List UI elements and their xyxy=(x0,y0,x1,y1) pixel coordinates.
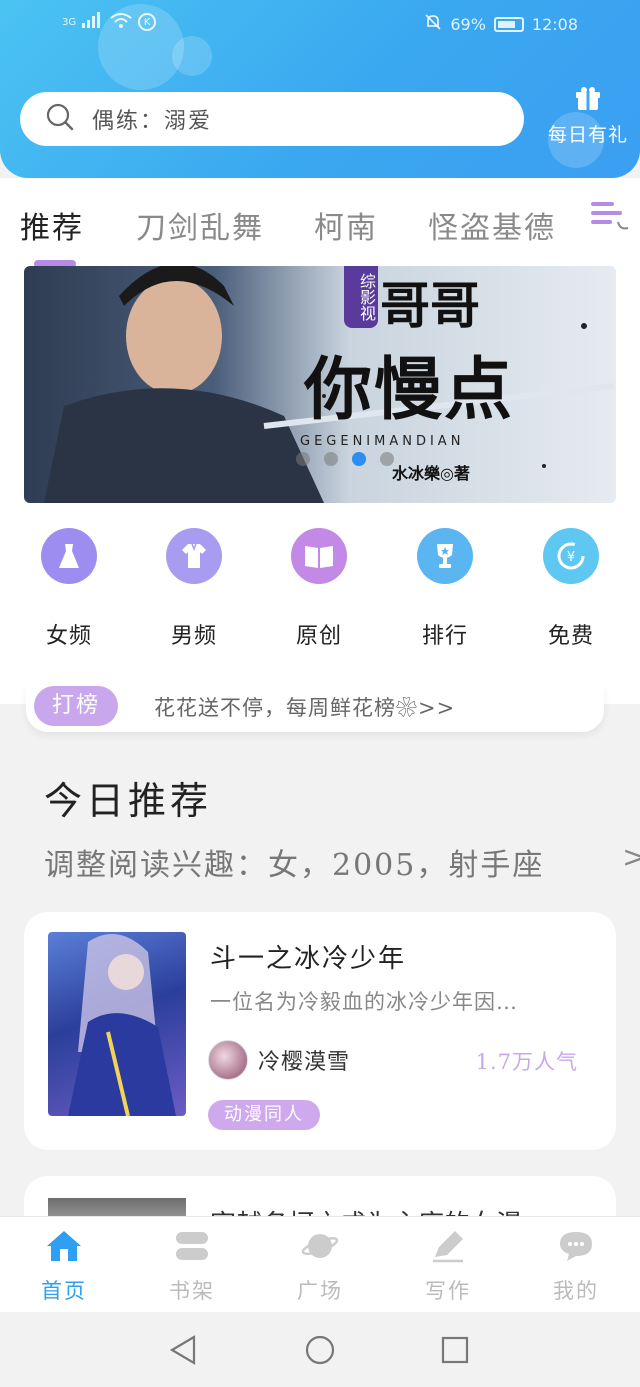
search-icon xyxy=(46,103,74,135)
rank-badge: 打榜 xyxy=(34,686,118,726)
svg-text:¥: ¥ xyxy=(567,550,575,565)
network-label: 3G xyxy=(62,16,77,28)
daily-gift-label: 每日有礼 xyxy=(547,124,628,146)
trophy-icon xyxy=(417,528,473,584)
category-label: 排行 xyxy=(421,624,468,649)
category-label: 男频 xyxy=(170,624,217,649)
status-bar: 3G K 69% 12:08 xyxy=(0,0,640,48)
bookshelf-icon xyxy=(142,1227,242,1265)
tab-kid[interactable]: 怪盗基德 xyxy=(428,203,556,247)
home-circle-icon[interactable] xyxy=(304,1334,336,1370)
system-nav-bar xyxy=(0,1312,640,1387)
category-ranking[interactable]: 排行 xyxy=(400,528,490,650)
planet-icon xyxy=(270,1227,370,1265)
category-label: 原创 xyxy=(295,624,342,649)
banner-subtitle: GEGENIMANDIAN xyxy=(300,434,465,449)
pagination-dot[interactable] xyxy=(296,452,310,466)
author-name: 冷樱漠雪 xyxy=(258,1050,351,1075)
chat-icon xyxy=(526,1227,626,1265)
clock: 12:08 xyxy=(531,14,578,34)
chevron-right-icon[interactable]: > xyxy=(622,840,640,875)
category-label: 女频 xyxy=(45,624,92,649)
book-cover[interactable] xyxy=(48,932,186,1116)
banner-title-top: 哥哥 xyxy=(380,276,480,335)
tab-conan[interactable]: 柯南 xyxy=(314,203,378,247)
cover-art-icon xyxy=(68,934,176,1116)
avatar xyxy=(208,1040,248,1080)
header: 3G K 69% 12:08 偶练：溺爱 每日有礼 xyxy=(0,0,640,178)
adjust-interest-link[interactable]: 调整阅读兴趣：女，2005，射手座 xyxy=(44,840,544,884)
category-tabs: 推荐 刀剑乱舞 柯南 怪盗基德 xyxy=(0,178,640,266)
nav-label: 我的 xyxy=(553,1279,599,1303)
nav-square[interactable]: 广场 xyxy=(270,1227,370,1305)
banner-tag: 综影视 xyxy=(344,266,378,328)
category-label: 免费 xyxy=(547,624,594,649)
coin-icon: ¥ xyxy=(543,528,599,584)
home-icon xyxy=(14,1227,114,1265)
back-icon[interactable] xyxy=(168,1334,198,1370)
recents-icon[interactable] xyxy=(440,1334,470,1370)
nav-home[interactable]: 首页 xyxy=(14,1227,114,1305)
nav-label: 首页 xyxy=(41,1279,87,1303)
book-title: 斗一之冰冷少年 xyxy=(210,944,407,974)
gift-icon xyxy=(575,87,601,116)
wifi-icon xyxy=(110,12,132,32)
genre-tag[interactable]: 动漫同人 xyxy=(208,1100,320,1130)
notice-text: 花花送不停，每周鲜花榜❀>> xyxy=(154,696,456,720)
pen-icon xyxy=(398,1227,498,1265)
popularity-count: 1.7万人气 xyxy=(475,1050,578,1074)
nav-bookshelf[interactable]: 书架 xyxy=(142,1227,242,1305)
tab-recommend[interactable]: 推荐 xyxy=(20,203,84,247)
nav-label: 广场 xyxy=(297,1279,343,1303)
tab-touken[interactable]: 刀剑乱舞 xyxy=(136,203,264,247)
k-badge-icon: K xyxy=(138,13,157,31)
pagination-dot[interactable] xyxy=(324,452,338,466)
search-bar[interactable]: 偶练：溺爱 xyxy=(20,92,524,146)
book-author[interactable]: 冷樱漠雪 xyxy=(208,1040,350,1080)
book-description: 一位名为冷毅血的冰冷少年因… xyxy=(210,990,518,1014)
daily-gift-button[interactable]: 每日有礼 xyxy=(540,86,636,147)
flower-rank-notice[interactable]: 打榜 花花送不停，每周鲜花榜❀>> xyxy=(26,684,604,732)
promo-banner[interactable]: 综影视 哥哥 你慢点 GEGENIMANDIAN 水冰樂◎著 xyxy=(24,266,616,503)
nav-label: 写作 xyxy=(425,1279,471,1303)
mute-bell-icon xyxy=(424,13,442,35)
category-original[interactable]: 原创 xyxy=(274,528,364,650)
book-card[interactable]: 斗一之冰冷少年 一位名为冷毅血的冰冷少年因… 冷樱漠雪 1.7万人气 动漫同人 xyxy=(24,912,616,1150)
nav-write[interactable]: 写作 xyxy=(398,1227,498,1305)
book-icon xyxy=(291,528,347,584)
pagination-dot[interactable] xyxy=(380,452,394,466)
battery-percent: 69% xyxy=(450,14,486,34)
banner-pagination xyxy=(296,452,394,466)
category-free[interactable]: ¥ 免费 xyxy=(526,528,616,650)
banner-author: 水冰樂◎著 xyxy=(392,464,470,483)
tabs-menu-icon[interactable] xyxy=(590,196,634,244)
nav-label: 书架 xyxy=(169,1279,215,1303)
signal-icon xyxy=(82,12,104,32)
shirt-icon xyxy=(166,528,222,584)
category-male[interactable]: 男频 xyxy=(149,528,239,650)
category-female[interactable]: 女频 xyxy=(24,528,114,650)
battery-icon xyxy=(493,16,524,32)
search-placeholder: 偶练：溺爱 xyxy=(92,109,213,134)
section-title: 今日推荐 xyxy=(44,779,213,823)
nav-profile[interactable]: 我的 xyxy=(526,1227,626,1305)
dress-icon xyxy=(41,528,97,584)
bottom-nav: 首页 书架 广场 写作 我的 xyxy=(0,1216,640,1312)
pagination-dot-active[interactable] xyxy=(352,452,366,466)
banner-title: 你慢点 xyxy=(304,350,515,430)
